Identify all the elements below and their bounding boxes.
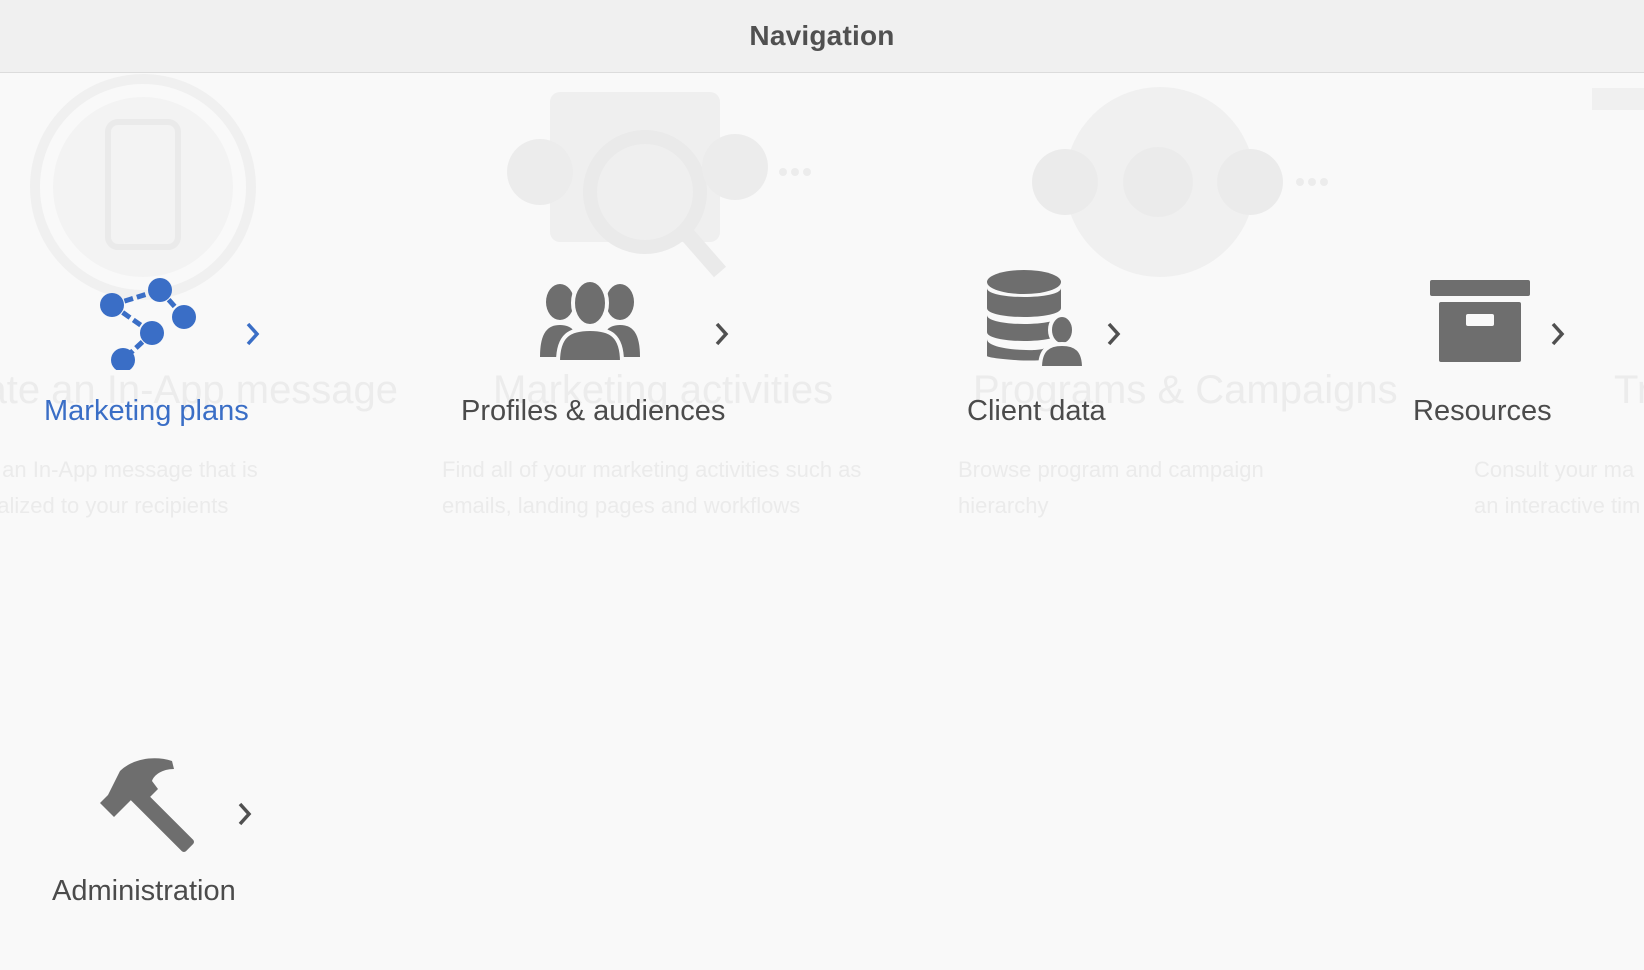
bg-card-description: Consult your ma an interactive tim — [1474, 457, 1641, 518]
tile-client-data[interactable]: Client data — [950, 265, 1230, 440]
bg-card-description: Create an In-App message that is persona… — [0, 457, 258, 518]
profiles-audiences-icon — [540, 278, 640, 362]
page-title: Navigation — [749, 20, 895, 51]
tile-administration[interactable]: Administration — [30, 745, 300, 920]
client-data-icon — [987, 270, 1084, 370]
resources-icon — [1430, 280, 1530, 362]
channels-illustration-icon — [1032, 87, 1328, 277]
chevron-right-icon — [715, 322, 729, 346]
chevron-right-icon — [1107, 322, 1121, 346]
chevron-right-icon — [246, 322, 260, 346]
tile-label: Marketing plans — [44, 395, 249, 427]
tile-label: Administration — [52, 875, 236, 907]
tile-resources[interactable]: Resources — [1400, 265, 1630, 440]
tile-label: Client data — [967, 395, 1106, 427]
bg-card-description: Find all of your marketing activities su… — [442, 457, 862, 518]
tile-marketing-plans[interactable]: Marketing plans — [30, 265, 300, 440]
administration-icon — [100, 758, 194, 852]
marketing-plans-icon — [100, 278, 196, 370]
tile-label: Resources — [1413, 395, 1552, 427]
tile-profiles-audiences[interactable]: Profiles & audiences — [450, 265, 770, 440]
navigation-header: Navigation — [0, 0, 1644, 73]
chevron-right-icon — [1551, 322, 1565, 346]
timeline-illustration-icon — [1592, 88, 1644, 110]
search-illustration-icon — [507, 92, 811, 278]
chevron-right-icon — [238, 802, 252, 826]
bg-card-description: Browse program and campaign hierarchy — [958, 457, 1264, 518]
tile-label: Profiles & audiences — [461, 395, 726, 427]
